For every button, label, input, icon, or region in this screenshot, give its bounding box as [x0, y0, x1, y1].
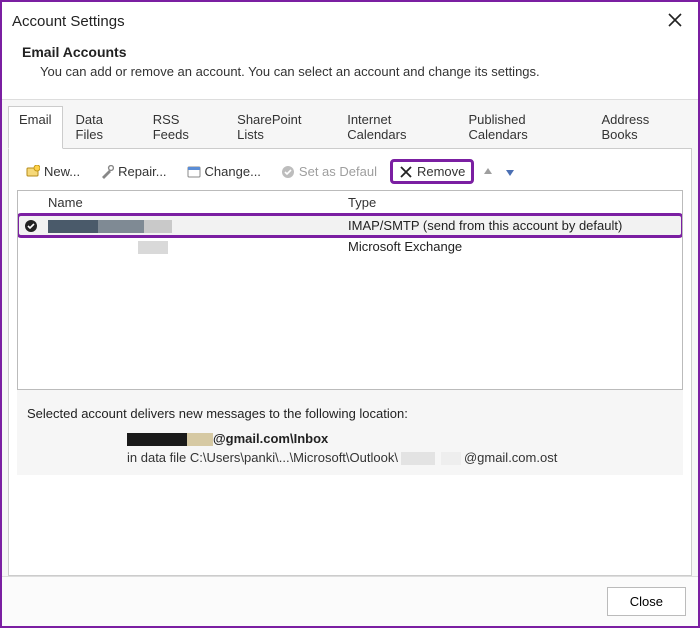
- arrow-down-icon: [505, 167, 515, 177]
- column-default[interactable]: [18, 191, 42, 214]
- tab-sharepoint-lists[interactable]: SharePoint Lists: [226, 106, 334, 148]
- remove-account-button[interactable]: Remove: [390, 159, 474, 184]
- account-row[interactable]: Microsoft Exchange: [18, 236, 682, 257]
- tab-data-files[interactable]: Data Files: [65, 106, 140, 148]
- redacted-text: [98, 220, 144, 233]
- repair-icon: [100, 165, 114, 179]
- window-close-button[interactable]: [662, 10, 688, 32]
- delivery-location: @gmail.com\Inbox: [127, 431, 673, 446]
- change-icon: [187, 165, 201, 179]
- redacted-text: [144, 220, 172, 233]
- check-circle-icon: [24, 219, 38, 233]
- default-account-indicator: [18, 216, 42, 236]
- move-down-button[interactable]: [502, 164, 518, 180]
- arrow-up-icon: [483, 167, 493, 177]
- tab-published-calendars[interactable]: Published Calendars: [457, 106, 588, 148]
- change-account-button[interactable]: Change...: [180, 160, 268, 183]
- tab-body-email: New... Repair... Change...: [8, 149, 692, 576]
- account-settings-dialog: Account Settings Email Accounts You can …: [0, 0, 700, 628]
- remove-icon: [399, 165, 413, 179]
- redacted-text: [48, 220, 98, 233]
- tab-address-books[interactable]: Address Books: [591, 106, 692, 148]
- account-row[interactable]: IMAP/SMTP (send from this account by def…: [18, 215, 682, 236]
- close-button[interactable]: Close: [607, 587, 686, 616]
- new-icon: [26, 165, 40, 179]
- delivery-info-heading: Selected account delivers new messages t…: [27, 406, 673, 421]
- header-subtext: You can add or remove an account. You ca…: [40, 64, 678, 79]
- account-list: Name Type IMAP/SMTP (send from this acco…: [17, 190, 683, 390]
- tab-internet-calendars[interactable]: Internet Calendars: [336, 106, 455, 148]
- header-section: Email Accounts You can add or remove an …: [2, 36, 698, 100]
- account-type: Microsoft Exchange: [342, 236, 682, 257]
- tab-strip: Email Data Files RSS Feeds SharePoint Li…: [8, 106, 692, 149]
- new-account-button[interactable]: New...: [19, 160, 87, 183]
- column-type[interactable]: Type: [342, 191, 682, 214]
- redacted-text: [138, 241, 168, 254]
- close-icon: [668, 13, 682, 27]
- redacted-text: [127, 433, 187, 446]
- column-name[interactable]: Name: [42, 191, 342, 214]
- set-default-button[interactable]: Set as Defaul: [274, 160, 384, 183]
- account-list-header: Name Type: [18, 191, 682, 215]
- header-heading: Email Accounts: [22, 44, 678, 60]
- titlebar: Account Settings: [2, 2, 698, 36]
- tab-area: Email Data Files RSS Feeds SharePoint Li…: [2, 100, 698, 576]
- tab-email[interactable]: Email: [8, 106, 63, 149]
- window-title: Account Settings: [12, 13, 125, 30]
- move-up-button[interactable]: [480, 164, 496, 180]
- account-name: [42, 215, 342, 236]
- account-name: [42, 236, 342, 257]
- delivery-datafile: in data file C:\Users\panki\...\Microsof…: [127, 450, 673, 465]
- delivery-info: Selected account delivers new messages t…: [17, 390, 683, 475]
- redacted-text: [187, 433, 213, 446]
- redacted-text: [401, 452, 435, 465]
- tab-rss-feeds[interactable]: RSS Feeds: [142, 106, 224, 148]
- redacted-text: [441, 452, 461, 465]
- dialog-footer: Close: [2, 576, 698, 626]
- account-type: IMAP/SMTP (send from this account by def…: [342, 215, 682, 236]
- account-list-rows: IMAP/SMTP (send from this account by def…: [18, 215, 682, 257]
- check-circle-icon: [281, 165, 295, 179]
- repair-account-button[interactable]: Repair...: [93, 160, 173, 183]
- toolbar: New... Repair... Change...: [17, 155, 683, 190]
